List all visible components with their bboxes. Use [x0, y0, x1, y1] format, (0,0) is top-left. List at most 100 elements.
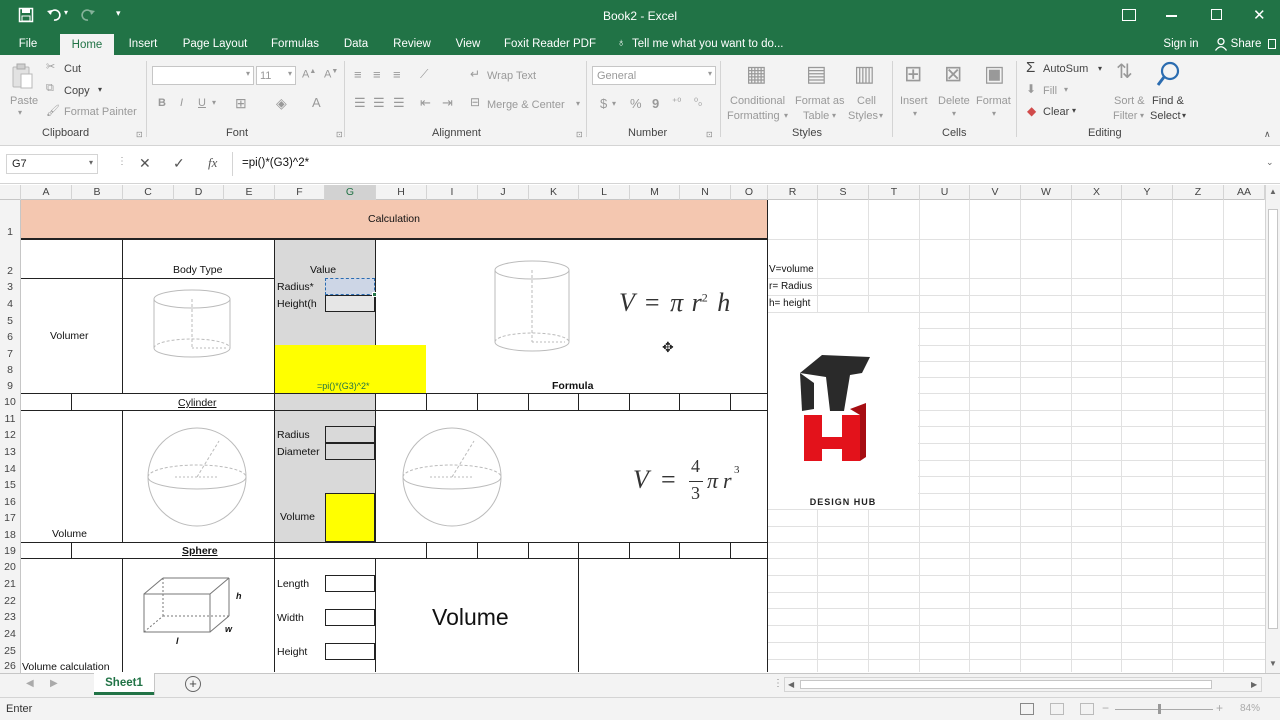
tab-home[interactable]: Home	[60, 34, 114, 56]
column-header-l[interactable]: L	[579, 185, 630, 200]
column-header-h[interactable]: H	[376, 185, 427, 200]
column-header-v[interactable]: V	[970, 185, 1021, 200]
row-header-22[interactable]: 22	[0, 593, 21, 609]
paste-dropdown-icon[interactable]: ▾	[18, 108, 22, 117]
column-header-y[interactable]: Y	[1122, 185, 1173, 200]
sheet-tab-sheet1[interactable]: Sheet1	[94, 673, 154, 695]
bold-button[interactable]: B	[158, 97, 166, 109]
zoom-slider-thumb[interactable]	[1158, 704, 1161, 714]
row-header-11[interactable]: 11	[0, 411, 21, 427]
align-right-icon[interactable]: ☰	[393, 95, 405, 111]
borders-icon[interactable]: ⊞	[235, 95, 247, 112]
row-header-12[interactable]: 12	[0, 427, 21, 444]
next-sheet-icon[interactable]: ▶	[50, 678, 58, 689]
tab-insert[interactable]: Insert	[122, 33, 164, 55]
column-header-f[interactable]: F	[275, 185, 325, 200]
column-header-x[interactable]: X	[1072, 185, 1122, 200]
tab-page-layout[interactable]: Page Layout	[178, 33, 252, 55]
new-sheet-icon[interactable]: +	[185, 676, 201, 692]
underline-dropdown-icon[interactable]: ▾	[212, 98, 216, 107]
clear-dropdown-icon[interactable]: ▾	[1072, 106, 1076, 115]
column-header-r[interactable]: R	[768, 185, 818, 200]
increase-font-icon[interactable]: A▲	[302, 68, 316, 81]
vertical-scroll-thumb[interactable]	[1268, 209, 1278, 629]
redo-icon[interactable]	[80, 7, 96, 23]
orientation-icon[interactable]: ⟋	[420, 67, 428, 82]
font-name-dropdown[interactable]: ▾	[152, 66, 254, 85]
tab-data[interactable]: Data	[338, 33, 374, 55]
column-header-s[interactable]: S	[818, 185, 869, 200]
align-bottom-icon[interactable]: ≡	[393, 67, 401, 82]
find-select-sub[interactable]: Select	[1150, 110, 1181, 122]
customize-qat-icon[interactable]: ▾	[116, 8, 121, 19]
autosum-dropdown-icon[interactable]: ▾	[1098, 64, 1102, 73]
row-header-6[interactable]: 6	[0, 329, 21, 346]
row-header-3[interactable]: 3	[0, 279, 21, 296]
tab-formulas[interactable]: Formulas	[266, 33, 324, 55]
align-top-icon[interactable]: ≡	[354, 67, 362, 82]
prev-sheet-icon[interactable]: ◀	[26, 678, 34, 689]
font-size-dropdown[interactable]: 11 ▾	[256, 66, 296, 85]
undo-icon[interactable]	[46, 7, 62, 23]
delete-cells-button[interactable]: Delete	[938, 95, 970, 107]
row-header-4[interactable]: 4	[0, 296, 21, 313]
currency-dropdown-icon[interactable]: ▾	[612, 99, 616, 108]
tab-file[interactable]: File	[8, 33, 48, 55]
merge-center-button[interactable]: Merge & Center	[487, 99, 565, 111]
number-format-dropdown[interactable]: General ▾	[592, 66, 716, 85]
tab-foxit-reader-pdf[interactable]: Foxit Reader PDF	[502, 33, 598, 55]
expand-formula-icon[interactable]: ⌄	[1266, 157, 1274, 168]
row-header-18[interactable]: 18	[0, 527, 21, 543]
column-header-g[interactable]: G	[325, 185, 376, 200]
fill-color-icon[interactable]: ◈	[276, 95, 287, 112]
tab-split-handle-icon[interactable]: ⋮	[773, 678, 783, 689]
row-header-21[interactable]: 21	[0, 576, 21, 593]
paste-button[interactable]: Paste	[10, 95, 38, 107]
column-header-w[interactable]: W	[1021, 185, 1072, 200]
row-header-17[interactable]: 17	[0, 510, 21, 527]
conditional-formatting-sub[interactable]: Formatting	[727, 110, 780, 122]
column-header-n[interactable]: N	[680, 185, 731, 200]
undo-dropdown-icon[interactable]: ▾	[64, 8, 68, 17]
restore-icon[interactable]	[1211, 9, 1222, 20]
alignment-launcher-icon[interactable]: ⊡	[576, 130, 583, 139]
align-middle-icon[interactable]: ≡	[373, 67, 381, 82]
merge-dropdown-icon[interactable]: ▾	[576, 99, 580, 108]
collapse-ribbon-icon[interactable]	[1268, 39, 1276, 49]
decrease-indent-icon[interactable]: ⇤	[420, 95, 431, 111]
row-header-26[interactable]: 26	[0, 660, 21, 673]
clear-button[interactable]: Clear	[1043, 106, 1069, 118]
tab-review[interactable]: Review	[390, 33, 434, 55]
column-header-a[interactable]: A	[21, 185, 72, 200]
autosum-button[interactable]: AutoSum	[1043, 63, 1088, 75]
share-button[interactable]: Share	[1230, 33, 1262, 55]
row-header-1[interactable]: 1	[0, 200, 21, 240]
copy-button[interactable]: Copy	[64, 85, 90, 97]
sign-in-link[interactable]: Sign in	[1160, 33, 1202, 55]
scroll-up-icon[interactable]: ▲	[1269, 187, 1277, 196]
page-break-view-icon[interactable]	[1080, 703, 1094, 715]
sort-filter-label[interactable]: Sort &	[1114, 95, 1145, 107]
tab-view[interactable]: View	[450, 33, 486, 55]
scroll-down-icon[interactable]: ▼	[1269, 659, 1277, 668]
selection-handle[interactable]	[372, 292, 377, 297]
scroll-left-icon[interactable]: ◀	[788, 680, 794, 689]
column-header-u[interactable]: U	[920, 185, 970, 200]
format-as-table-sub[interactable]: Table	[803, 110, 829, 122]
row-header-8[interactable]: 8	[0, 362, 21, 378]
cell-styles-sub[interactable]: Styles	[848, 110, 878, 122]
align-center-icon[interactable]: ☰	[373, 95, 385, 111]
fill-button[interactable]: Fill	[1043, 85, 1057, 97]
column-header-e[interactable]: E	[224, 185, 275, 200]
column-header-j[interactable]: J	[478, 185, 529, 200]
column-header-z[interactable]: Z	[1173, 185, 1224, 200]
row-header-13[interactable]: 13	[0, 444, 21, 461]
column-header-m[interactable]: M	[630, 185, 680, 200]
row-header-9[interactable]: 9	[0, 378, 21, 394]
italic-button[interactable]: I	[180, 97, 183, 109]
cut-button[interactable]: Cut	[64, 63, 81, 75]
percent-button[interactable]: %	[630, 96, 642, 111]
normal-view-icon[interactable]	[1020, 703, 1034, 715]
row-header-7[interactable]: 7	[0, 346, 21, 362]
row-header-23[interactable]: 23	[0, 609, 21, 626]
